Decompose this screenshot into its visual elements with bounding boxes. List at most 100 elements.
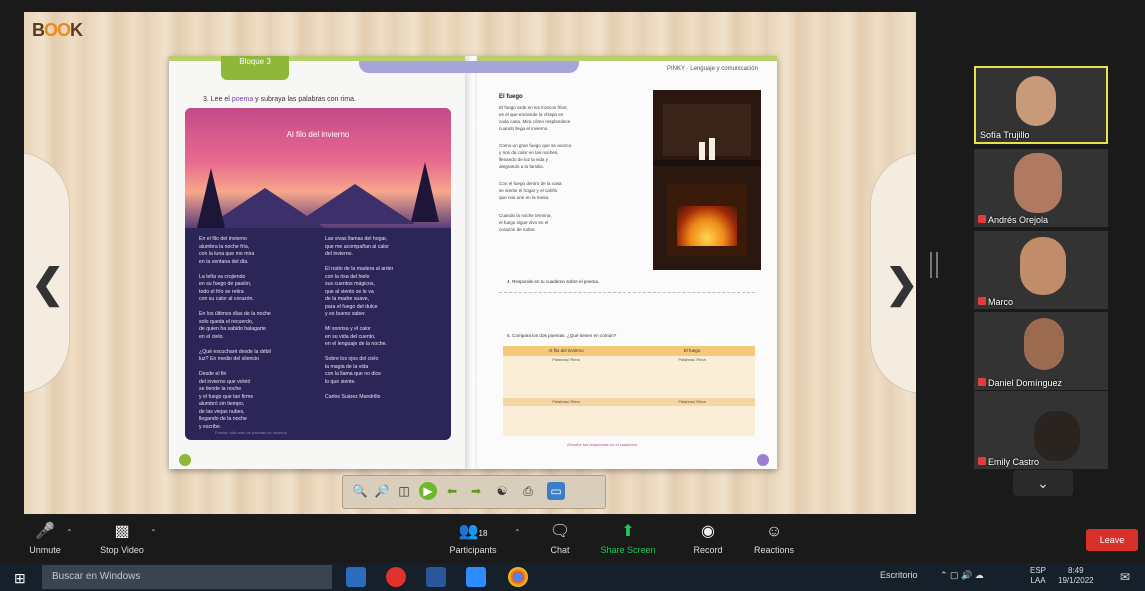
activity-4-text: 4. Responde en tu cuaderno sobre el poem…: [507, 279, 600, 284]
word-icon[interactable]: [426, 567, 446, 587]
instruction-post: y subraya las palabras con rima.: [253, 96, 356, 103]
participant-tile[interactable]: Marco: [974, 231, 1108, 309]
participant-name: Marco: [988, 297, 1014, 307]
thumbnails-icon[interactable]: ◫: [395, 482, 413, 500]
participant-name-wrap: Andrés Orejola: [978, 215, 1048, 225]
participant-name: Emily Castro: [988, 457, 1040, 467]
language-indicator[interactable]: ESP LAA: [1030, 566, 1046, 586]
poem-title: Al filo del invierno: [286, 130, 350, 139]
taskbar-search-input[interactable]: Buscar en Windows: [42, 565, 332, 589]
tray-icons[interactable]: ⌃ ▢ 🔊 ☁: [940, 570, 984, 581]
tree-shape: [411, 162, 439, 222]
instruction-highlight: poema: [231, 96, 254, 103]
top-purple-band: [359, 61, 579, 73]
zoom-app-icon[interactable]: [466, 567, 486, 587]
instruction-text: 3. Lee el poema y subraya las palabras c…: [203, 96, 356, 103]
mic-muted-icon: [978, 457, 986, 465]
page-number-dot-left: [179, 454, 191, 466]
windows-start-icon[interactable]: ⊞: [14, 570, 26, 587]
flipbook-toolbar: 🔍 🔎 ◫ ▶ ⬅ ➡ ☯ ⎙ ▭: [342, 475, 606, 509]
table-header-2: El fuego: [629, 346, 755, 356]
chevron-down-icon: ⌄: [1037, 475, 1049, 491]
screen-icon[interactable]: ▭: [547, 482, 565, 500]
pane-resize-handle[interactable]: [930, 252, 938, 278]
chevron-left-icon: ❮: [31, 262, 65, 306]
record-label: Record: [693, 545, 723, 555]
lang-sub: LAA: [1030, 576, 1046, 585]
left-page[interactable]: Bloque 3 3. Lee el poema y subraya las p…: [169, 56, 469, 469]
participant-tile[interactable]: Daniel Domínguez: [974, 312, 1108, 390]
participant-tile[interactable]: Sofía Trujillo: [974, 66, 1108, 144]
unmute-button[interactable]: 🎤 Unmute: [5, 522, 85, 555]
participant-avatar: [1024, 318, 1064, 370]
participants-icon: 👥18: [458, 523, 488, 540]
fireplace-shelf: [663, 104, 751, 156]
edge-icon[interactable]: [346, 567, 366, 587]
tray-desktop-label[interactable]: Escritorio: [880, 570, 918, 580]
table-subheader-2: Palabras/ Rima: [678, 357, 706, 362]
participant-name-wrap: Emily Castro: [978, 457, 1039, 467]
participant-avatar: [1014, 153, 1062, 213]
zoom-out-icon[interactable]: 🔎: [373, 482, 391, 500]
participant-name-wrap: Marco: [978, 297, 1013, 307]
notifications-icon[interactable]: ✉: [1120, 570, 1130, 584]
participant-tile[interactable]: Emily Castro: [974, 391, 1108, 469]
search-placeholder: Buscar en Windows: [52, 571, 141, 582]
unmute-label: Unmute: [29, 545, 61, 555]
video-options-caret[interactable]: ⌃: [150, 528, 157, 537]
chrome-icon[interactable]: [508, 567, 528, 587]
share-screen-button[interactable]: ⬆ Share Screen: [588, 522, 668, 555]
reactions-button[interactable]: ☺ Reactions: [734, 522, 814, 555]
logo-k: K: [70, 20, 83, 40]
participant-tile[interactable]: Andrés Orejola: [974, 149, 1108, 227]
stop-video-label: Stop Video: [100, 545, 144, 555]
lang-code: ESP: [1030, 566, 1047, 575]
logo-b: B: [32, 20, 45, 40]
audio-options-caret[interactable]: ⌃: [66, 528, 73, 537]
arrow-left-icon[interactable]: ⬅: [443, 482, 461, 500]
meeting-controls: 🎤 Unmute ⌃ ▩ Stop Video ⌃ 👥18 Participants …: [0, 518, 1145, 563]
clock-time: 8:49: [1068, 566, 1084, 575]
stop-video-button[interactable]: ▩ Stop Video: [82, 522, 162, 555]
page-number-dot-right: [757, 454, 769, 466]
block-tab: Bloque 3: [221, 56, 289, 80]
poem-footer: Fuente: sitio web de poemas de invierno: [215, 430, 287, 435]
pink-note: ¡Escribe tus respuestas en el cuaderno!: [567, 442, 638, 447]
scroll-down-button[interactable]: ⌄: [1013, 470, 1073, 496]
poem-card: Al filo del invierno En el filo del invi…: [185, 108, 451, 440]
chat-label: Chat: [550, 545, 570, 555]
prev-page-button[interactable]: ❮: [24, 152, 70, 394]
poem-2-paragraph: Como un gran fuego que se acerca y nos d…: [499, 143, 572, 169]
poem-2-paragraph: Con el fuego dentro de la casa se siente…: [499, 181, 562, 200]
clock[interactable]: 8:49 19/1/2022: [1058, 566, 1094, 586]
participant-avatar: [1020, 237, 1066, 295]
share-icon[interactable]: ☯: [493, 482, 511, 500]
zoom-in-icon[interactable]: 🔍: [351, 482, 369, 500]
instruction-pre: 3. Lee el: [203, 96, 232, 103]
participants-count: 18: [478, 529, 488, 538]
poem-column-2: Las vivas llamas del hogar, que me acomp…: [325, 236, 394, 400]
arrow-right-icon[interactable]: ➡: [467, 482, 485, 500]
leave-button[interactable]: Leave: [1086, 529, 1138, 551]
flipbook: Bloque 3 3. Lee el poema y subraya las p…: [169, 56, 777, 469]
table-subheader-1: Palabras/ Rima: [552, 357, 580, 362]
fire-shape: [677, 206, 737, 246]
activity-5-text: 5. Compara los dos poemas. ¿Qué tienen e…: [507, 333, 617, 338]
right-page[interactable]: PINKY · Lenguaje y comunicación El fuego…: [477, 56, 777, 469]
table-cell: Palabras/ Rima: [503, 398, 629, 406]
block-tab-label: Bloque 3: [239, 57, 271, 66]
share-screen-icon: ⬆: [621, 523, 635, 540]
table-header-1: Al filo del invierno: [503, 346, 629, 356]
logo-oo: OO: [44, 20, 71, 40]
participant-name-wrap: Daniel Domínguez: [978, 378, 1062, 388]
participant-avatar: [1016, 76, 1056, 126]
poem-column-1: En el filo del invierno alumbra la noche…: [199, 236, 271, 430]
play-icon[interactable]: ▶: [419, 482, 437, 500]
participant-name: Andrés Orejola: [988, 215, 1049, 225]
print-icon[interactable]: ⎙: [519, 482, 537, 500]
table-cell: Palabras/ Rima: [629, 398, 755, 406]
media-player-icon[interactable]: [386, 567, 406, 587]
next-page-button[interactable]: ❯: [870, 152, 916, 394]
poem-2-paragraph: El fuego arde en los troncos fríos; es e…: [499, 105, 571, 131]
participants-button[interactable]: 👥18 Participants: [433, 522, 513, 555]
